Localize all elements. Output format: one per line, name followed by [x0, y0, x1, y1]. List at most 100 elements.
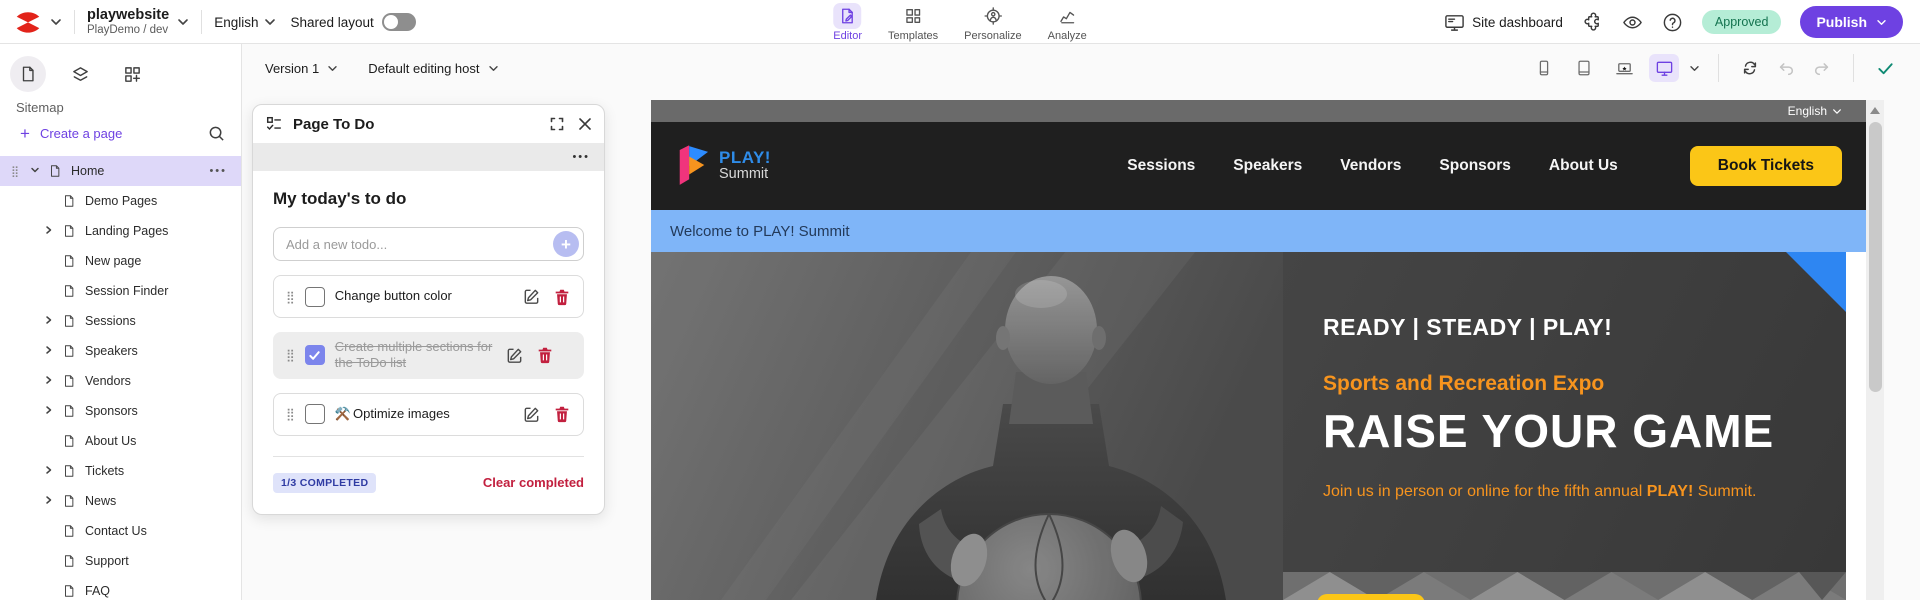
book-tickets-button[interactable]: Book Tickets	[1689, 146, 1842, 186]
edit-icon[interactable]	[522, 405, 541, 424]
preview-nav-menu: Sessions Speakers Vendors Sponsors About…	[1127, 146, 1842, 186]
chevron-right-icon[interactable]	[42, 343, 58, 359]
tree-item-sponsors[interactable]: Sponsors	[0, 396, 241, 426]
site-selector-chevron-icon[interactable]	[177, 18, 189, 26]
tree-item-speakers[interactable]: Speakers	[0, 336, 241, 366]
desktop-icon	[1656, 61, 1672, 76]
delete-icon[interactable]	[536, 346, 554, 364]
tree-item-tickets[interactable]: Tickets	[0, 456, 241, 486]
device-tablet-button[interactable]	[1569, 54, 1599, 82]
preview-eye-icon[interactable]	[1622, 12, 1643, 33]
redo-button[interactable]	[1809, 55, 1835, 81]
components-panel-button[interactable]	[114, 56, 150, 92]
more-options-icon[interactable]: •••	[209, 165, 227, 177]
device-laptop-button[interactable]	[1609, 54, 1639, 82]
tab-personalize[interactable]: Personalize	[964, 3, 1022, 42]
edit-icon[interactable]	[505, 346, 524, 365]
shared-layout-toggle[interactable]	[381, 13, 416, 31]
more-options-icon[interactable]: •••	[572, 151, 590, 163]
nav-link-sessions[interactable]: Sessions	[1127, 157, 1195, 175]
drag-handle-icon[interactable]: ⣿	[286, 290, 295, 304]
search-icon[interactable]	[208, 125, 225, 142]
tree-item-contact-us[interactable]: Contact Us	[0, 516, 241, 546]
tab-editor[interactable]: Editor	[833, 2, 862, 42]
create-page-button[interactable]: + Create a page	[20, 125, 122, 142]
add-todo-button[interactable]: +	[553, 231, 579, 257]
drag-handle-icon[interactable]: ⣿	[286, 407, 295, 421]
app-switcher-chevron-icon[interactable]	[50, 18, 62, 26]
play-summit-logo[interactable]: PLAY! Summit	[675, 145, 771, 187]
tree-item-new-page[interactable]: New page	[0, 246, 241, 276]
layers-panel-button[interactable]	[62, 56, 98, 92]
clear-completed-button[interactable]: Clear completed	[483, 475, 584, 490]
tab-templates[interactable]: Templates	[888, 3, 938, 42]
delete-icon[interactable]	[553, 405, 571, 423]
edit-icon[interactable]	[522, 287, 541, 306]
tree-item-landing-pages[interactable]: Landing Pages	[0, 216, 241, 246]
tree-item-session-finder[interactable]: Session Finder	[0, 276, 241, 306]
version-dropdown[interactable]: Version 1	[265, 61, 338, 76]
site-selector[interactable]: playwebsite PlayDemo / dev	[87, 7, 169, 37]
chevron-right-icon[interactable]	[42, 403, 58, 419]
editing-host-dropdown[interactable]: Default editing host	[368, 61, 498, 76]
chevron-right-icon[interactable]	[42, 493, 58, 509]
new-todo-input[interactable]	[286, 236, 553, 252]
help-icon[interactable]	[1662, 12, 1683, 33]
toggle-knob	[383, 15, 398, 29]
tree-item-about-us[interactable]: About Us	[0, 426, 241, 456]
preview-language-bar: English	[651, 100, 1866, 122]
pages-panel-button[interactable]	[10, 56, 46, 92]
tab-analyze[interactable]: Analyze	[1048, 3, 1087, 42]
chevron-right-icon[interactable]	[42, 463, 58, 479]
expand-icon[interactable]	[550, 117, 564, 131]
drag-handle-icon[interactable]: ⣿	[8, 165, 22, 178]
chevron-right-icon[interactable]	[42, 223, 58, 239]
todo-checkbox[interactable]	[304, 286, 325, 307]
partial-yellow-button[interactable]	[1317, 594, 1425, 600]
nav-link-speakers[interactable]: Speakers	[1233, 157, 1302, 175]
preview-language-label[interactable]: English	[1788, 104, 1827, 118]
plugins-icon[interactable]	[1582, 12, 1603, 33]
nav-link-sponsors[interactable]: Sponsors	[1439, 157, 1510, 175]
site-preview-canvas[interactable]: English PLAY! Summit Sessions Speakers V…	[651, 100, 1866, 600]
page-icon	[65, 525, 74, 537]
tree-item-support[interactable]: Support	[0, 546, 241, 576]
sitecore-logo-icon[interactable]	[14, 9, 42, 35]
todo-text: Change button color	[334, 288, 452, 304]
scroll-up-arrow-icon[interactable]	[1870, 107, 1880, 114]
language-selector[interactable]: English	[214, 15, 258, 30]
chevron-right-icon[interactable]	[42, 373, 58, 389]
todo-checkbox[interactable]	[304, 404, 325, 424]
completed-count-badge: 1/3 COMPLETED	[273, 472, 377, 493]
undo-button[interactable]	[1773, 55, 1799, 81]
device-desktop-button[interactable]	[1649, 54, 1679, 82]
publish-button[interactable]: Publish	[1800, 6, 1903, 38]
scrollbar-thumb[interactable]	[1868, 122, 1882, 392]
page-icon	[65, 435, 74, 447]
save-confirm-check-icon[interactable]	[1872, 55, 1898, 81]
language-chevron-icon[interactable]	[264, 18, 276, 26]
tree-item-news[interactable]: News	[0, 486, 241, 516]
todo-checkbox-checked[interactable]	[304, 345, 325, 366]
device-phone-button[interactable]	[1529, 54, 1559, 82]
welcome-banner[interactable]: Welcome to PLAY! Summit	[651, 210, 1866, 252]
delete-icon[interactable]	[553, 288, 571, 306]
tree-item-vendors[interactable]: Vendors	[0, 366, 241, 396]
nav-link-vendors[interactable]: Vendors	[1340, 157, 1401, 175]
tree-item-demo-pages[interactable]: Demo Pages	[0, 186, 241, 216]
main-tabs: Editor Templates Personalize Analyze	[833, 0, 1087, 44]
drag-handle-icon[interactable]: ⣿	[286, 348, 295, 362]
page-todo-panel: Page To Do ••• My today's to do + ⣿ Chan…	[252, 104, 605, 515]
tree-item-faq[interactable]: FAQ	[0, 576, 241, 600]
device-chevron-icon[interactable]	[1689, 65, 1700, 72]
site-dashboard-link[interactable]: Site dashboard	[1444, 12, 1563, 33]
preview-scrollbar[interactable]	[1866, 100, 1884, 600]
nav-link-about-us[interactable]: About Us	[1549, 157, 1618, 175]
close-icon[interactable]	[578, 117, 592, 131]
reload-canvas-button[interactable]	[1737, 55, 1763, 81]
tree-item-home[interactable]: ⣿ Home •••	[0, 156, 241, 186]
tree-item-sessions[interactable]: Sessions	[0, 306, 241, 336]
hero-section[interactable]: READY | STEADY | PLAY! Sports and Recrea…	[651, 252, 1866, 600]
chevron-right-icon[interactable]	[42, 313, 58, 329]
chevron-down-icon[interactable]	[28, 163, 44, 179]
